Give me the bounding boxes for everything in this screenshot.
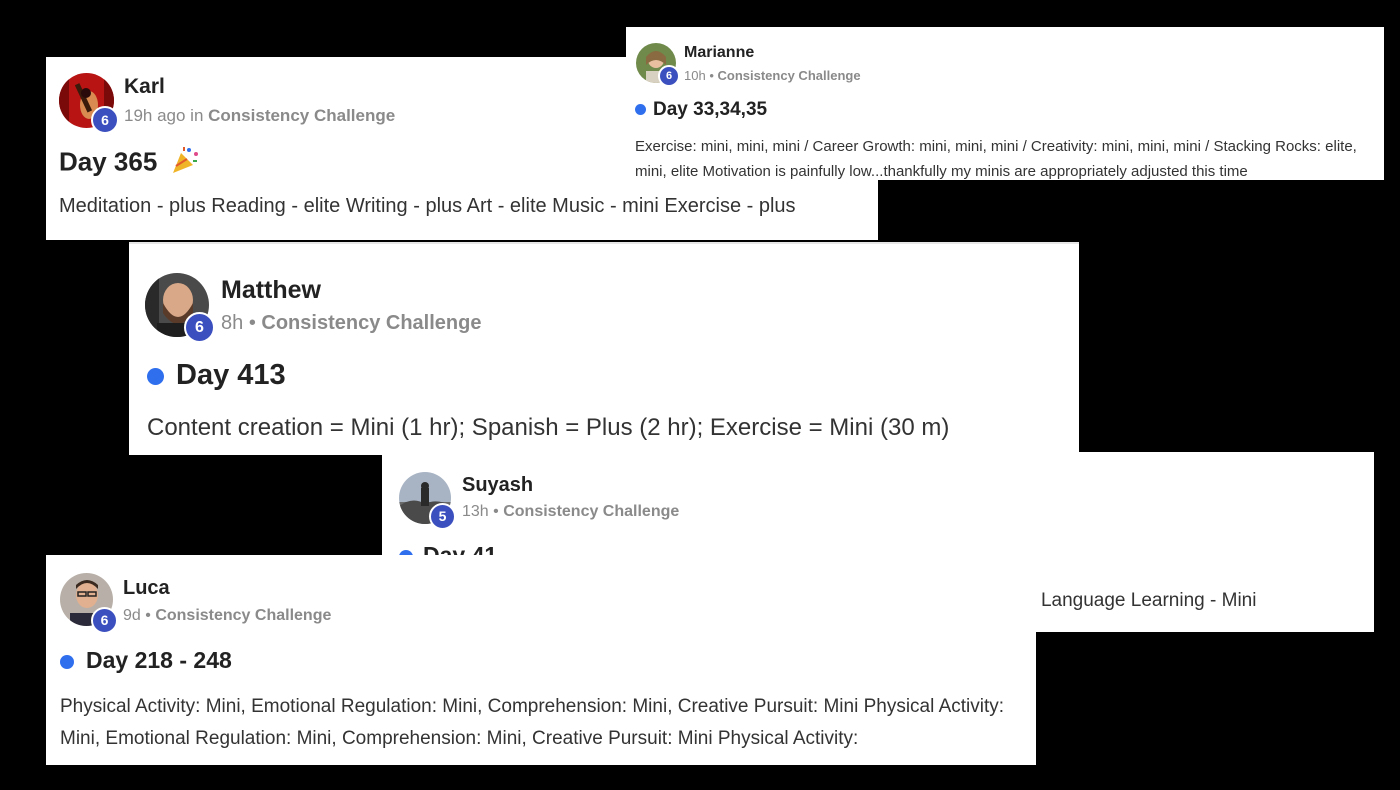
community-link[interactable]: Consistency Challenge: [718, 68, 861, 83]
new-post-dot-icon: [60, 654, 74, 669]
community-link[interactable]: Consistency Challenge: [503, 503, 679, 520]
post-title[interactable]: Day 33,34,35: [635, 99, 767, 121]
author-name[interactable]: Matthew: [221, 276, 321, 305]
community-link[interactable]: Consistency Challenge: [208, 106, 395, 125]
author-avatar-suyash[interactable]: 5: [399, 472, 457, 530]
community-link[interactable]: Consistency Challenge: [261, 312, 481, 334]
post-title-text: Day 218 - 248: [86, 647, 232, 673]
post-time: 9d: [123, 607, 141, 624]
post-meta: 19h ago in Consistency Challenge: [124, 106, 395, 126]
new-post-dot-icon: [147, 367, 164, 385]
author-avatar-luca[interactable]: 6: [60, 573, 118, 634]
meta-separator: •: [145, 607, 151, 624]
level-badge: 6: [91, 607, 118, 634]
level-badge: 6: [91, 106, 119, 134]
post-time: 8h: [221, 312, 244, 334]
post-meta: 8h • Consistency Challenge: [221, 312, 481, 335]
post-title[interactable]: Day 365: [59, 145, 201, 182]
post-title[interactable]: Day 218 - 248: [60, 647, 232, 674]
post-time: 10h: [684, 68, 706, 83]
post-title[interactable]: Day 413: [147, 359, 286, 392]
author-avatar-karl[interactable]: 6: [59, 73, 119, 134]
author-avatar-matthew[interactable]: 6: [145, 273, 215, 343]
post-card-luca[interactable]: 6 Luca 9d • Consistency Challenge Day 21…: [46, 555, 1036, 765]
post-card-marianne[interactable]: 6 Marianne 10h • Consistency Challenge D…: [626, 27, 1384, 180]
author-avatar-marianne[interactable]: 6: [636, 43, 680, 87]
post-body: Physical Activity: Mini, Emotional Regul…: [60, 696, 1005, 749]
level-badge: 5: [429, 503, 456, 530]
post-meta: 13h • Consistency Challenge: [462, 503, 679, 521]
post-body: Content creation = Mini (1 hr); Spanish …: [147, 414, 950, 441]
post-card-matthew[interactable]: 6 Matthew 8h • Consistency Challenge Day…: [129, 242, 1079, 455]
author-name[interactable]: Luca: [123, 577, 170, 600]
level-badge: 6: [184, 312, 215, 343]
author-name[interactable]: Karl: [124, 75, 165, 99]
meta-separator: •: [248, 312, 256, 334]
new-post-dot-icon: [635, 104, 646, 116]
card-divider: [129, 242, 1079, 244]
post-time: 13h: [462, 503, 489, 520]
post-title-text: Day 413: [176, 359, 286, 391]
post-title-text: Day 365: [59, 146, 158, 177]
post-time: 19h ago in: [124, 106, 204, 125]
author-name[interactable]: Marianne: [684, 44, 754, 62]
post-meta: 10h • Consistency Challenge: [684, 68, 861, 83]
post-body: Meditation - plus Reading - elite Writin…: [59, 195, 796, 217]
post-meta: 9d • Consistency Challenge: [123, 607, 331, 625]
meta-separator: •: [709, 68, 714, 83]
community-link[interactable]: Consistency Challenge: [155, 607, 331, 624]
author-name[interactable]: Suyash: [462, 474, 533, 497]
level-badge: 6: [658, 65, 680, 87]
meta-separator: •: [493, 503, 499, 520]
party-popper-icon: [169, 145, 201, 182]
post-body: Exercise: mini, mini, mini / Career Grow…: [635, 138, 1357, 180]
post-title-text: Day 33,34,35: [653, 99, 768, 120]
